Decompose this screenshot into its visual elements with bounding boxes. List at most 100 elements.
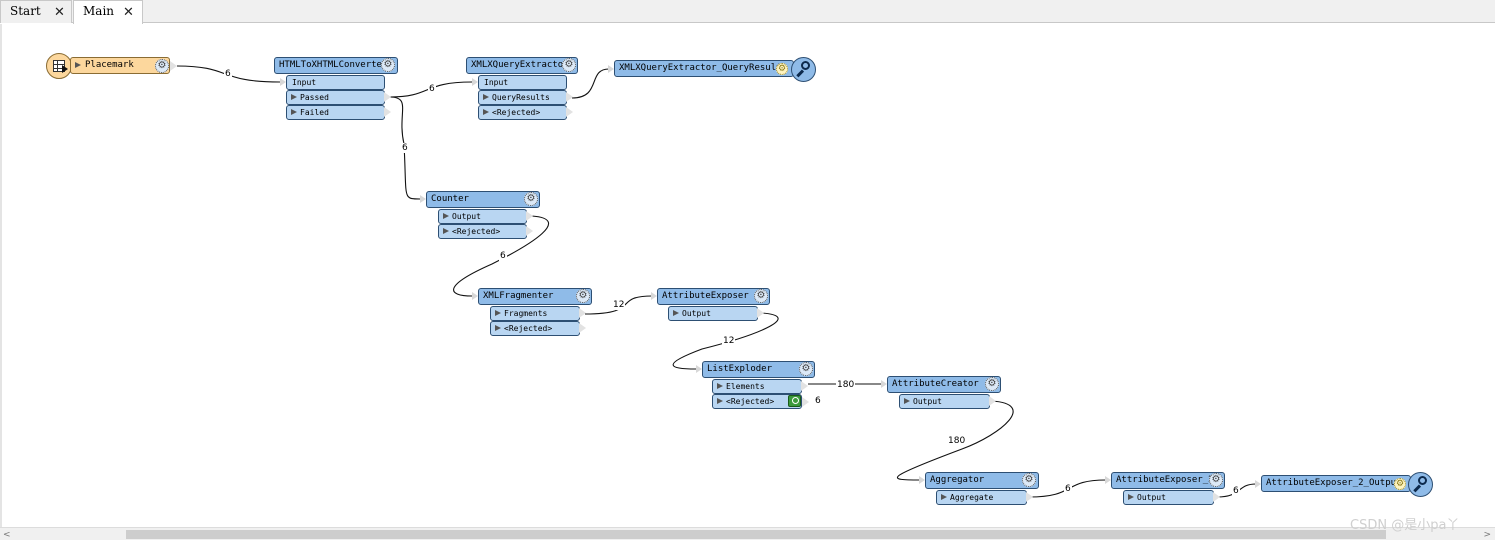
feature-count[interactable]: 6: [1232, 486, 1240, 496]
reader-label: Placemark: [85, 60, 134, 70]
output-port-arrow[interactable]: [384, 107, 391, 117]
transformer-label: AttributeCreator: [892, 379, 979, 389]
transformer-attributecreator[interactable]: AttributeCreator: [887, 376, 1001, 393]
port-rejected[interactable]: <Rejected>: [490, 321, 580, 336]
port-label: Input: [484, 78, 509, 87]
scroll-right-icon[interactable]: >: [1483, 530, 1491, 540]
port-input[interactable]: Input: [478, 75, 567, 90]
feature-count[interactable]: 12: [722, 336, 736, 346]
output-port-arrow[interactable]: [989, 396, 996, 406]
port-output[interactable]: Output: [668, 306, 758, 321]
inspector-xmlxqueryextractor-queryresults[interactable]: XMLXQueryExtractor_QueryResults: [614, 60, 794, 77]
gear-icon[interactable]: ⚙: [776, 63, 788, 75]
port-output[interactable]: Output: [899, 394, 990, 409]
close-icon[interactable]: ✕: [123, 2, 134, 23]
port-label: Passed: [300, 93, 329, 102]
output-port-arrow[interactable]: [526, 226, 533, 236]
port-output[interactable]: Output: [1123, 490, 1214, 505]
port-failed[interactable]: Failed: [286, 105, 385, 120]
handle-icon: [796, 69, 804, 77]
port-passed[interactable]: Passed: [286, 90, 385, 105]
feature-count[interactable]: 6: [499, 251, 507, 261]
port-label: Output: [1137, 493, 1166, 502]
transformer-counter[interactable]: Counter: [426, 191, 540, 208]
gear-icon[interactable]: ⚙: [1394, 478, 1406, 490]
output-port-arrow[interactable]: [566, 92, 573, 102]
inspect-cache-icon[interactable]: [788, 395, 801, 407]
transformer-label: Aggregator: [930, 475, 985, 485]
transformer-label: Counter: [431, 194, 469, 204]
output-port-arrow[interactable]: [579, 308, 586, 318]
tab-main[interactable]: Main ✕: [73, 0, 143, 24]
horizontal-scrollbar[interactable]: < >: [0, 527, 1495, 540]
port-arrow-icon: [75, 61, 81, 68]
transformer-attributeexposer-2[interactable]: AttributeExposer_2: [1111, 472, 1225, 489]
port-fragments[interactable]: Fragments: [490, 306, 580, 321]
gear-icon[interactable]: ⚙: [524, 192, 538, 206]
output-port-arrow[interactable]: [757, 308, 764, 318]
scroll-left-icon[interactable]: <: [3, 530, 11, 540]
port-queryresults[interactable]: QueryResults: [478, 90, 567, 105]
output-port-arrow[interactable]: [801, 381, 808, 391]
feature-count[interactable]: 6: [428, 84, 436, 94]
gear-icon[interactable]: ⚙: [381, 58, 395, 72]
port-label: Output: [913, 397, 942, 406]
feature-count[interactable]: 180: [836, 380, 856, 390]
port-rejected[interactable]: <Rejected>: [478, 105, 567, 120]
gear-icon[interactable]: ⚙: [1022, 473, 1036, 487]
feature-count[interactable]: 6: [1064, 484, 1072, 494]
port-label: Fragments: [504, 309, 548, 318]
transformer-label: XMLFragmenter: [483, 291, 554, 301]
table-reader-icon[interactable]: [46, 53, 72, 79]
feature-count[interactable]: 6: [814, 396, 822, 406]
gear-icon[interactable]: ⚙: [754, 289, 768, 303]
connection-lines: [176, 65, 1257, 498]
port-label: Output: [452, 212, 481, 221]
inspector-label: XMLXQueryExtractor_QueryResults: [619, 63, 787, 73]
tab-start[interactable]: Start ✕: [0, 0, 72, 23]
gear-icon[interactable]: ⚙: [155, 59, 169, 73]
output-port-arrow[interactable]: [1026, 492, 1033, 502]
gear-icon[interactable]: ⚙: [799, 362, 813, 376]
port-elements[interactable]: Elements: [712, 379, 802, 394]
connection-results-inspector: [571, 68, 610, 99]
lens-icon: [801, 61, 810, 70]
output-port-arrow[interactable]: [526, 211, 533, 221]
tab-main-label: Main: [83, 4, 115, 18]
port-label: Output: [682, 309, 711, 318]
feature-count[interactable]: 180: [947, 436, 967, 446]
gear-icon[interactable]: ⚙: [1209, 473, 1223, 487]
gear-icon[interactable]: ⚙: [985, 377, 999, 391]
port-label: QueryResults: [492, 93, 550, 102]
port-input[interactable]: Input: [286, 75, 385, 90]
inspector-attributeexposer-2-output[interactable]: AttributeExposer_2_Output: [1261, 475, 1411, 492]
output-port-arrow[interactable]: [384, 92, 391, 102]
watermark: CSDN @是小pa丫: [1350, 518, 1460, 533]
output-port-arrow[interactable]: [566, 107, 573, 117]
port-aggregate[interactable]: Aggregate: [936, 490, 1027, 505]
output-port-arrow[interactable]: [579, 323, 586, 333]
feature-count[interactable]: 6: [401, 143, 409, 153]
feature-count[interactable]: 12: [612, 300, 626, 310]
transformer-xmlfragmenter[interactable]: XMLFragmenter: [478, 288, 592, 305]
handle-icon: [1413, 484, 1421, 492]
magnifier-icon[interactable]: [1408, 472, 1433, 497]
port-rejected[interactable]: <Rejected>: [438, 224, 527, 239]
scrollbar-thumb[interactable]: [126, 530, 1386, 539]
transformer-htmltoxhtmlconverter[interactable]: HTMLToXHTMLConverter: [274, 57, 398, 74]
gear-icon[interactable]: ⚙: [576, 289, 590, 303]
output-port-arrow[interactable]: [802, 397, 809, 407]
close-icon[interactable]: ✕: [54, 2, 65, 23]
port-label: Input: [292, 78, 317, 87]
tab-start-label: Start: [10, 4, 41, 18]
feature-count[interactable]: 6: [224, 69, 232, 79]
output-port-arrow[interactable]: [1213, 492, 1220, 502]
port-output[interactable]: Output: [438, 209, 527, 224]
inspector-label: AttributeExposer_2_Output: [1266, 478, 1402, 488]
arrow-icon: [62, 65, 68, 73]
magnifier-icon[interactable]: [791, 57, 816, 82]
gear-icon[interactable]: ⚙: [562, 58, 576, 72]
workspace-canvas[interactable]: Placemark ⚙ HTMLToXHTMLConverter ⚙ Input…: [0, 24, 1495, 527]
output-port-arrow[interactable]: [170, 61, 177, 71]
port-label: Elements: [726, 382, 765, 391]
